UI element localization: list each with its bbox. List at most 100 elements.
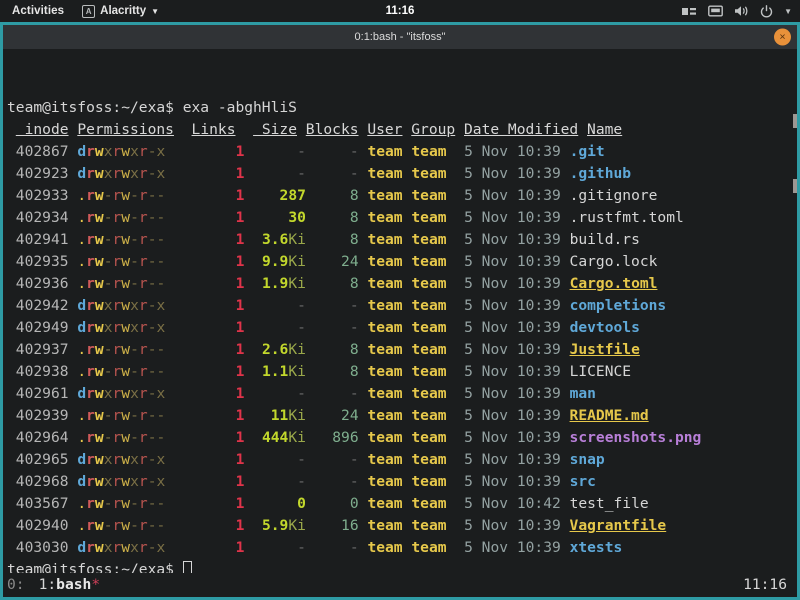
tmux-window-item[interactable]: 1:bash*: [25, 574, 101, 596]
cell-user: team: [367, 385, 402, 402]
header-user: User: [367, 121, 402, 138]
cell-group: team: [411, 341, 455, 358]
cell-inode: 402949: [16, 319, 69, 336]
cell-name: .rustfmt.toml: [570, 209, 684, 226]
header-group: Group: [411, 121, 455, 138]
cell-links: 1: [200, 451, 244, 468]
cell-links: 1: [200, 275, 244, 292]
table-row: 402936 .rw-rw-r-- 1 1.9Ki 8 team team 5 …: [7, 273, 797, 295]
cell-filetype: d: [77, 297, 86, 314]
cell-permissions: rwxrwxr-x: [86, 451, 165, 468]
cell-size: 444: [262, 429, 288, 446]
cell-links: 1: [200, 407, 244, 424]
tmux-window-name: bash: [56, 576, 91, 593]
table-row: 402942 drwxrwxr-x 1 - - team team 5 Nov …: [7, 295, 797, 317]
close-icon[interactable]: ✕: [774, 29, 791, 46]
cell-size-unit: Ki: [288, 253, 306, 270]
table-row: 403030 drwxrwxr-x 1 - - team team 5 Nov …: [7, 537, 797, 559]
cell-date-modified: 5 Nov 10:39: [455, 187, 560, 204]
cell-group: team: [411, 319, 455, 336]
terminal-content-area[interactable]: team@itsfoss:~/exa$ exa -abghHliS inode …: [3, 49, 797, 597]
cell-blocks: 16: [341, 517, 359, 534]
app-menu-alacritty[interactable]: A Alacritty ▼: [74, 5, 167, 18]
cell-user: team: [367, 297, 402, 314]
cell-links: 1: [200, 341, 244, 358]
cell-inode: 402933: [16, 187, 69, 204]
cell-date-modified: 5 Nov 10:39: [455, 429, 560, 446]
cell-user: team: [367, 143, 402, 160]
system-status-area[interactable]: ▼: [682, 0, 792, 22]
cell-size: -: [297, 451, 306, 468]
cell-name: Cargo.toml: [570, 275, 658, 292]
cell-group: team: [411, 231, 455, 248]
table-row: 402937 .rw-rw-r-- 1 2.6Ki 8 team team 5 …: [7, 339, 797, 361]
scrollbar-mark: [793, 179, 797, 193]
cell-blocks: 24: [341, 253, 359, 270]
cell-size: -: [297, 473, 306, 490]
cell-group: team: [411, 385, 455, 402]
tmux-active-flag: *: [91, 576, 100, 593]
table-row: 402867 drwxrwxr-x 1 - - team team 5 Nov …: [7, 141, 797, 163]
cell-permissions: rw-rw-r--: [86, 341, 165, 358]
cell-filetype: .: [77, 429, 86, 446]
cell-group: team: [411, 297, 455, 314]
cell-date-modified: 5 Nov 10:39: [455, 297, 560, 314]
cell-size: 5.9: [262, 517, 288, 534]
cell-group: team: [411, 495, 455, 512]
cell-links: 1: [200, 209, 244, 226]
cell-date-modified: 5 Nov 10:39: [455, 319, 560, 336]
cell-user: team: [367, 275, 402, 292]
cell-permissions: rw-rw-r--: [86, 231, 165, 248]
cell-size-unit: Ki: [288, 341, 306, 358]
power-icon: [760, 5, 773, 18]
cell-group: team: [411, 539, 455, 556]
cell-inode: 402935: [16, 253, 69, 270]
cell-filetype: .: [77, 275, 86, 292]
cell-filetype: .: [77, 517, 86, 534]
cell-date-modified: 5 Nov 10:39: [455, 385, 560, 402]
cell-group: team: [411, 209, 455, 226]
header-name: Name: [587, 121, 622, 138]
tmux-status-bar: 0: 1:bash* 11:16: [3, 573, 797, 597]
cell-name: Vagrantfile: [570, 517, 667, 534]
cell-permissions: rwxrwxr-x: [86, 165, 165, 182]
cell-links: 1: [200, 429, 244, 446]
cell-date-modified: 5 Nov 10:42: [455, 495, 560, 512]
cell-name: screenshots.png: [570, 429, 702, 446]
tmux-clock: 11:16: [743, 574, 797, 596]
cell-size-unit: Ki: [288, 407, 306, 424]
cell-blocks: 8: [350, 275, 359, 292]
cell-filetype: d: [77, 473, 86, 490]
cell-inode: 403030: [16, 539, 69, 556]
shell-prompt: team@itsfoss:~/exa$: [7, 99, 183, 116]
cell-filetype: .: [77, 253, 86, 270]
cell-links: 1: [200, 473, 244, 490]
cell-user: team: [367, 517, 402, 534]
cell-date-modified: 5 Nov 10:39: [455, 451, 560, 468]
cell-filetype: d: [77, 539, 86, 556]
table-row: 402941 .rw-rw-r-- 1 3.6Ki 8 team team 5 …: [7, 229, 797, 251]
cell-permissions: rwxrwxr-x: [86, 297, 165, 314]
table-row: 402968 drwxrwxr-x 1 - - team team 5 Nov …: [7, 471, 797, 493]
network-icon: [682, 6, 697, 17]
table-row: 402940 .rw-rw-r-- 1 5.9Ki 16 team team 5…: [7, 515, 797, 537]
cell-permissions: rwxrwxr-x: [86, 473, 165, 490]
cell-permissions: rw-rw-r--: [86, 187, 165, 204]
cell-links: 1: [200, 253, 244, 270]
cell-filetype: d: [77, 165, 86, 182]
gnome-top-bar: Activities A Alacritty ▼ 11:16 ▼: [0, 0, 800, 22]
activities-button[interactable]: Activities: [0, 5, 74, 17]
window-title: 0:1:bash - "itsfoss": [355, 31, 446, 43]
cell-size: 2.6: [262, 341, 288, 358]
cell-blocks: -: [350, 451, 359, 468]
table-row: 402923 drwxrwxr-x 1 - - team team 5 Nov …: [7, 163, 797, 185]
scrollbar-mark: [793, 114, 797, 128]
app-menu-label: Alacritty: [100, 5, 146, 17]
cell-filetype: .: [77, 495, 86, 512]
cell-filetype: .: [77, 407, 86, 424]
chevron-down-icon: ▼: [151, 7, 159, 16]
cell-user: team: [367, 165, 402, 182]
cell-permissions: rw-rw-r--: [86, 209, 165, 226]
tmux-session-index[interactable]: 0:: [3, 574, 25, 596]
cell-links: 1: [200, 143, 244, 160]
